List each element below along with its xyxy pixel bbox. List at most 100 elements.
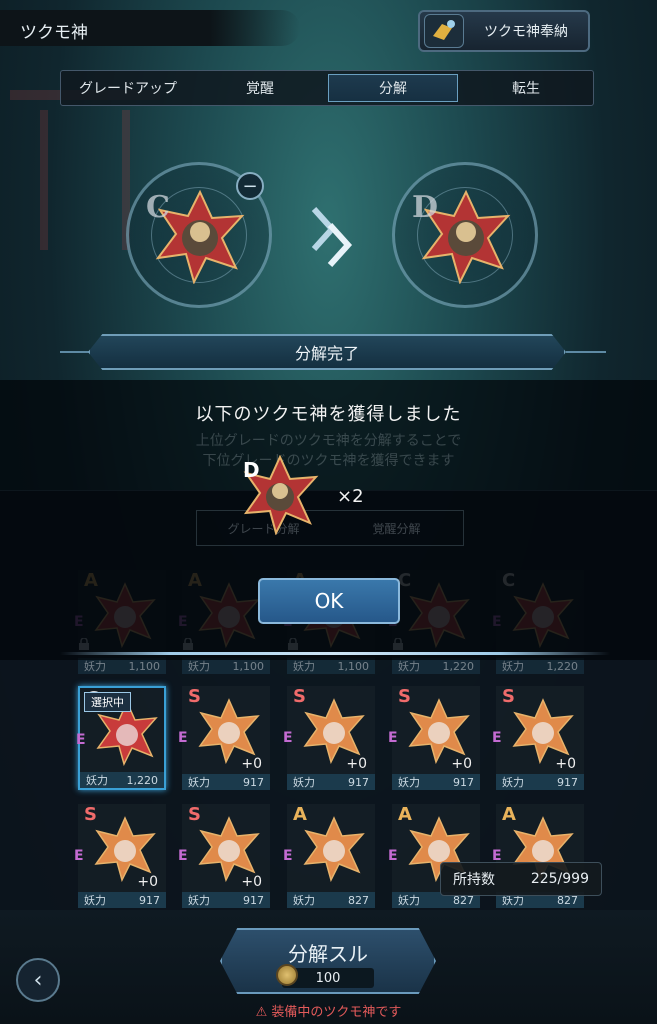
tsukumo-card[interactable]: S E +0 妖力 917	[178, 686, 270, 790]
tsukumo-card[interactable]: S E +0 妖力 917	[74, 804, 166, 908]
stat-label: 妖力	[293, 894, 315, 907]
card-grade: S	[293, 686, 306, 707]
card-stat: 妖力 1,100	[78, 658, 166, 674]
card-plus: +0	[241, 756, 262, 772]
offer-button[interactable]: ツクモ神奉納	[418, 10, 590, 52]
ok-button[interactable]: OK	[258, 578, 400, 624]
source-grade: C	[146, 190, 170, 225]
sub-tab-awaken[interactable]: 覚醒分解	[330, 511, 463, 545]
card-grade: A	[502, 804, 516, 825]
card-stat: 妖力 917	[182, 892, 270, 908]
offer-label: ツクモ神奉納	[484, 24, 568, 40]
tsukumo-card[interactable]: S E +0 妖力 917	[178, 804, 270, 908]
card-element: E	[492, 730, 502, 746]
arrow-right-icon	[311, 206, 353, 268]
tsukumo-card[interactable]: S E +0 妖力 917	[492, 686, 584, 790]
back-button[interactable]: ‹	[16, 958, 60, 1002]
tsukumo-star-icon	[198, 698, 260, 764]
card-stat: 妖力 917	[392, 774, 480, 790]
stat-label: 妖力	[502, 660, 524, 673]
equipped-warning: ⚠ 装備中のツクモ神です	[255, 1005, 402, 1020]
card-element: E	[283, 848, 293, 864]
stat-value: 827	[348, 893, 369, 907]
reward-count: ×2	[337, 486, 364, 507]
stat-label: 妖力	[398, 894, 420, 907]
banner-line-right	[566, 351, 606, 353]
card-grade: S	[188, 686, 201, 707]
stat-value: 917	[557, 775, 578, 789]
card-stat: 妖力 917	[182, 774, 270, 790]
card-element: E	[388, 848, 398, 864]
stat-value: 1,100	[232, 659, 265, 673]
stat-label: 妖力	[398, 660, 420, 673]
stat-label: 妖力	[293, 660, 315, 673]
tab-decompose[interactable]: 分解	[328, 74, 458, 102]
result-message: 以下のツクモ神を獲得しました	[195, 404, 462, 425]
card-plus: +0	[346, 756, 367, 772]
stat-label: 妖力	[502, 776, 524, 789]
card-grade: A	[293, 804, 307, 825]
tsukumo-star-icon	[303, 698, 365, 764]
card-stat: 妖力 917	[287, 774, 375, 790]
card-element: E	[388, 730, 398, 746]
card-grade: A	[398, 804, 412, 825]
stat-value: 1,220	[546, 659, 579, 673]
card-plus: +0	[137, 874, 158, 890]
stat-label: 妖力	[293, 776, 315, 789]
stat-value: 1,100	[337, 659, 370, 673]
card-stat: 妖力 1,220	[496, 658, 584, 674]
card-plus: +0	[555, 756, 576, 772]
tab-reincarnate[interactable]: 転生	[462, 74, 590, 102]
card-grade: S	[188, 804, 201, 825]
target-grade: D	[412, 190, 439, 225]
stat-value: 917	[243, 893, 264, 907]
card-element: E	[178, 730, 188, 746]
inventory-value: 225/999	[530, 871, 589, 887]
stat-label: 妖力	[84, 894, 106, 907]
card-stat: 妖力 827	[287, 892, 375, 908]
card-element: E	[76, 732, 86, 748]
background-help-text-1: 上位グレードのツクモ神を分解することで	[195, 433, 462, 449]
inventory-label: 所持数	[453, 872, 495, 888]
tab-grade-up[interactable]: グレードアップ	[64, 74, 192, 102]
card-stat: 妖力 917	[496, 774, 584, 790]
card-element: E	[178, 848, 188, 864]
stat-label: 妖力	[188, 894, 210, 907]
card-stat: 妖力 1,100	[182, 658, 270, 674]
background-help-text-2: 下位グレードのツクモ神を獲得できます	[202, 453, 455, 469]
tsukumo-card[interactable]: A E 妖力 827	[283, 804, 375, 908]
card-stat: 妖力 917	[78, 892, 166, 908]
tsukumo-card[interactable]: S E +0 妖力 917	[388, 686, 480, 790]
tsukumo-star-icon	[198, 816, 260, 882]
stat-value: 917	[453, 775, 474, 789]
decompose-complete-banner: 分解完了	[88, 334, 566, 370]
stat-label: 妖力	[398, 776, 420, 789]
page-title: ツクモ神	[20, 23, 88, 43]
target-slot	[392, 162, 538, 308]
stat-label: 妖力	[188, 660, 210, 673]
card-element: E	[283, 730, 293, 746]
card-plus: +0	[241, 874, 262, 890]
popup-glow-line	[60, 652, 610, 655]
stat-label: 妖力	[188, 776, 210, 789]
selected-badge: 選択中	[84, 692, 131, 712]
card-grade: S	[502, 686, 515, 707]
stat-value: 1,220	[442, 659, 475, 673]
inventory-count: 所持数 225/999	[440, 862, 602, 896]
coin-icon	[276, 964, 298, 986]
header: ツクモ神 ツクモ神奉納	[0, 0, 657, 60]
stat-value: 1,100	[128, 659, 161, 673]
tsukumo-card[interactable]: CE選択中妖力1,220	[76, 686, 166, 790]
card-stat: 妖力 1,220	[80, 772, 164, 788]
stat-label: 妖力	[86, 774, 108, 787]
tsukumo-star-icon	[408, 698, 470, 764]
sub-tabs: グレード分解 覚醒分解	[196, 510, 464, 546]
card-grade: S	[398, 686, 411, 707]
tsukumo-card[interactable]: S E +0 妖力 917	[283, 686, 375, 790]
tab-awaken[interactable]: 覚醒	[196, 74, 324, 102]
card-element: E	[74, 848, 84, 864]
remove-button[interactable]: −	[236, 172, 264, 200]
stat-label: 妖力	[84, 660, 106, 673]
stat-value: 917	[139, 893, 160, 907]
stat-value: 917	[243, 775, 264, 789]
